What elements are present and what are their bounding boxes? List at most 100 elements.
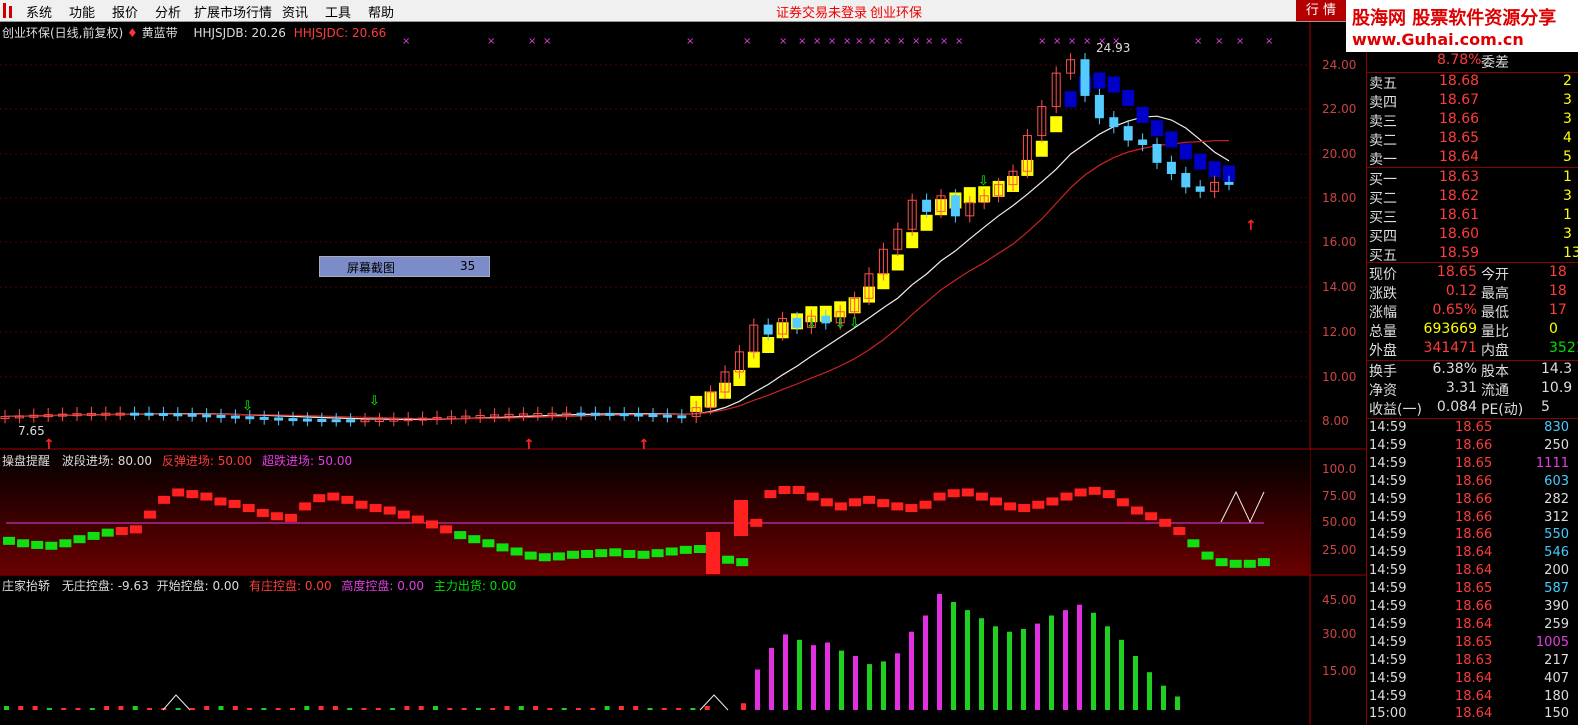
signal-x-mark: ×	[686, 36, 694, 47]
moving-average-lines	[4, 115, 1230, 421]
pane3-bar	[1119, 639, 1124, 710]
tick-price: 18.65	[1455, 581, 1493, 597]
sell-label: 卖三	[1369, 114, 1397, 130]
pane2-block	[1201, 551, 1214, 560]
app-logo-icon	[3, 3, 12, 18]
tick-volume: 830	[1544, 420, 1569, 435]
pane2-block	[919, 500, 932, 509]
tick-price: 18.66	[1455, 599, 1493, 614]
pane3-small-bar	[275, 708, 281, 710]
menu-extended-market[interactable]: 扩展市场行情	[194, 2, 272, 21]
signal-x-mark: ×	[1265, 36, 1273, 47]
stat-row: 现价 18.65 今开 18	[1367, 264, 1578, 283]
signal-x-mark: ×	[883, 36, 891, 47]
pane2-block	[186, 490, 199, 499]
pane3-small-bar	[18, 706, 24, 710]
pane2-block	[31, 540, 44, 549]
pane3-small-bar	[232, 706, 238, 710]
menu-function[interactable]: 功能	[69, 2, 95, 21]
pane3-small-bar	[404, 706, 410, 710]
pane3-start-control: 开始控盘: 0.00	[156, 579, 240, 593]
pane2-block	[73, 535, 86, 544]
pane2-block	[567, 550, 579, 559]
y-axis-tick: 12.00	[1322, 325, 1357, 339]
buy-volume: 1	[1563, 207, 1572, 223]
band-block	[1122, 89, 1135, 106]
candle-body	[130, 412, 140, 416]
tick-price: 18.66	[1455, 437, 1493, 453]
stat-value-2: 17	[1549, 302, 1567, 318]
pane2-block	[849, 498, 861, 507]
menu-news[interactable]: 资讯	[282, 2, 308, 21]
tick-row: 14:59 18.63 217	[1367, 653, 1578, 672]
tick-price: 18.65	[1455, 634, 1493, 650]
pane2-block	[623, 549, 636, 558]
buy-volume: 3	[1563, 188, 1572, 204]
tick-row: 14:59 18.65 1005	[1367, 635, 1578, 654]
kline-chart[interactable]: × × × × × × × × × × × × × × × × × × × × × × × × × × × × × ↑ ↑ ↑↑⇩ ⇩⇩ ⇩⇩⇩	[0, 22, 1366, 725]
pane2-y-tick: 100.0	[1322, 462, 1357, 476]
candle-body	[202, 414, 212, 418]
y-axis-tick: 16.00	[1322, 235, 1357, 249]
menu-quote[interactable]: 报价	[112, 2, 138, 21]
tick-row: 14:59 18.66 250	[1367, 438, 1578, 457]
tick-time: 14:59	[1369, 545, 1407, 561]
tick-row: 14:59 18.65 1111	[1367, 456, 1578, 475]
tick-row: 14:59 18.65 587	[1367, 581, 1578, 600]
candle-body	[1123, 126, 1133, 141]
signal-x-mark: ×	[940, 36, 948, 47]
stat-label: 总量	[1369, 324, 1397, 340]
stat-label: 外盘	[1369, 343, 1397, 359]
pane2-band-entry: 波段进场: 80.00	[61, 454, 153, 468]
tab-quote[interactable]: 行 情	[1296, 0, 1346, 21]
stat-label-2: 最高	[1481, 286, 1509, 302]
stat2-label-2: 股本	[1481, 364, 1509, 380]
pane3-bar	[1007, 631, 1012, 710]
pane2-block	[891, 502, 904, 511]
stat-value-2: 18	[1549, 264, 1567, 280]
stat2-label: 收益(一)	[1369, 402, 1422, 418]
stat-value: 0.12	[1445, 283, 1477, 299]
pane3-small-bar	[4, 706, 9, 710]
candle-body	[1094, 94, 1104, 119]
pane2-surge-bar	[706, 532, 720, 574]
pane2-block	[496, 543, 509, 552]
pane3-bar	[839, 650, 844, 710]
tick-time: 14:59	[1369, 563, 1407, 579]
pane2-block	[806, 492, 819, 501]
candle-body	[230, 415, 240, 419]
indicator-name: 黄蓝带	[141, 26, 178, 40]
pane2-block	[45, 541, 58, 550]
tick-volume: 550	[1544, 527, 1569, 543]
stat2-value: 6.38%	[1432, 361, 1477, 377]
sell-price: 18.67	[1439, 92, 1480, 108]
pane3-bar	[797, 639, 802, 710]
pane3-small-bar	[218, 706, 224, 710]
menu-system[interactable]: 系统	[26, 2, 52, 21]
pane3-small-bar	[347, 708, 353, 710]
pane3-small-bar	[504, 706, 510, 710]
sell-price: 18.66	[1439, 111, 1480, 127]
pane3-bar	[1077, 604, 1082, 710]
band-block	[1151, 120, 1163, 137]
sell-volume: 5	[1563, 149, 1572, 165]
pane2-block	[679, 545, 692, 554]
stat2-value: 3.31	[1445, 380, 1477, 396]
pane2-block	[115, 527, 128, 535]
screenshot-tooltip[interactable]: 屏幕截图 35	[319, 256, 490, 277]
stat-value: 18.65	[1436, 264, 1477, 280]
candle-body	[158, 412, 168, 416]
menu-tools[interactable]: 工具	[325, 2, 351, 21]
pane2-block	[299, 502, 312, 511]
sell-price: 18.65	[1439, 130, 1480, 146]
signal-x-mark: ×	[402, 36, 410, 47]
tick-price: 18.66	[1455, 509, 1493, 525]
tick-price: 18.66	[1455, 491, 1493, 507]
pane3-bar	[965, 610, 970, 710]
pane2-block	[1046, 497, 1059, 506]
tick-price: 18.64	[1455, 688, 1493, 704]
menu-analysis[interactable]: 分析	[155, 2, 181, 21]
sell-arrow-icon: ⇩	[835, 317, 846, 332]
menu-help[interactable]: 帮助	[368, 2, 394, 21]
candle-body	[821, 315, 831, 324]
